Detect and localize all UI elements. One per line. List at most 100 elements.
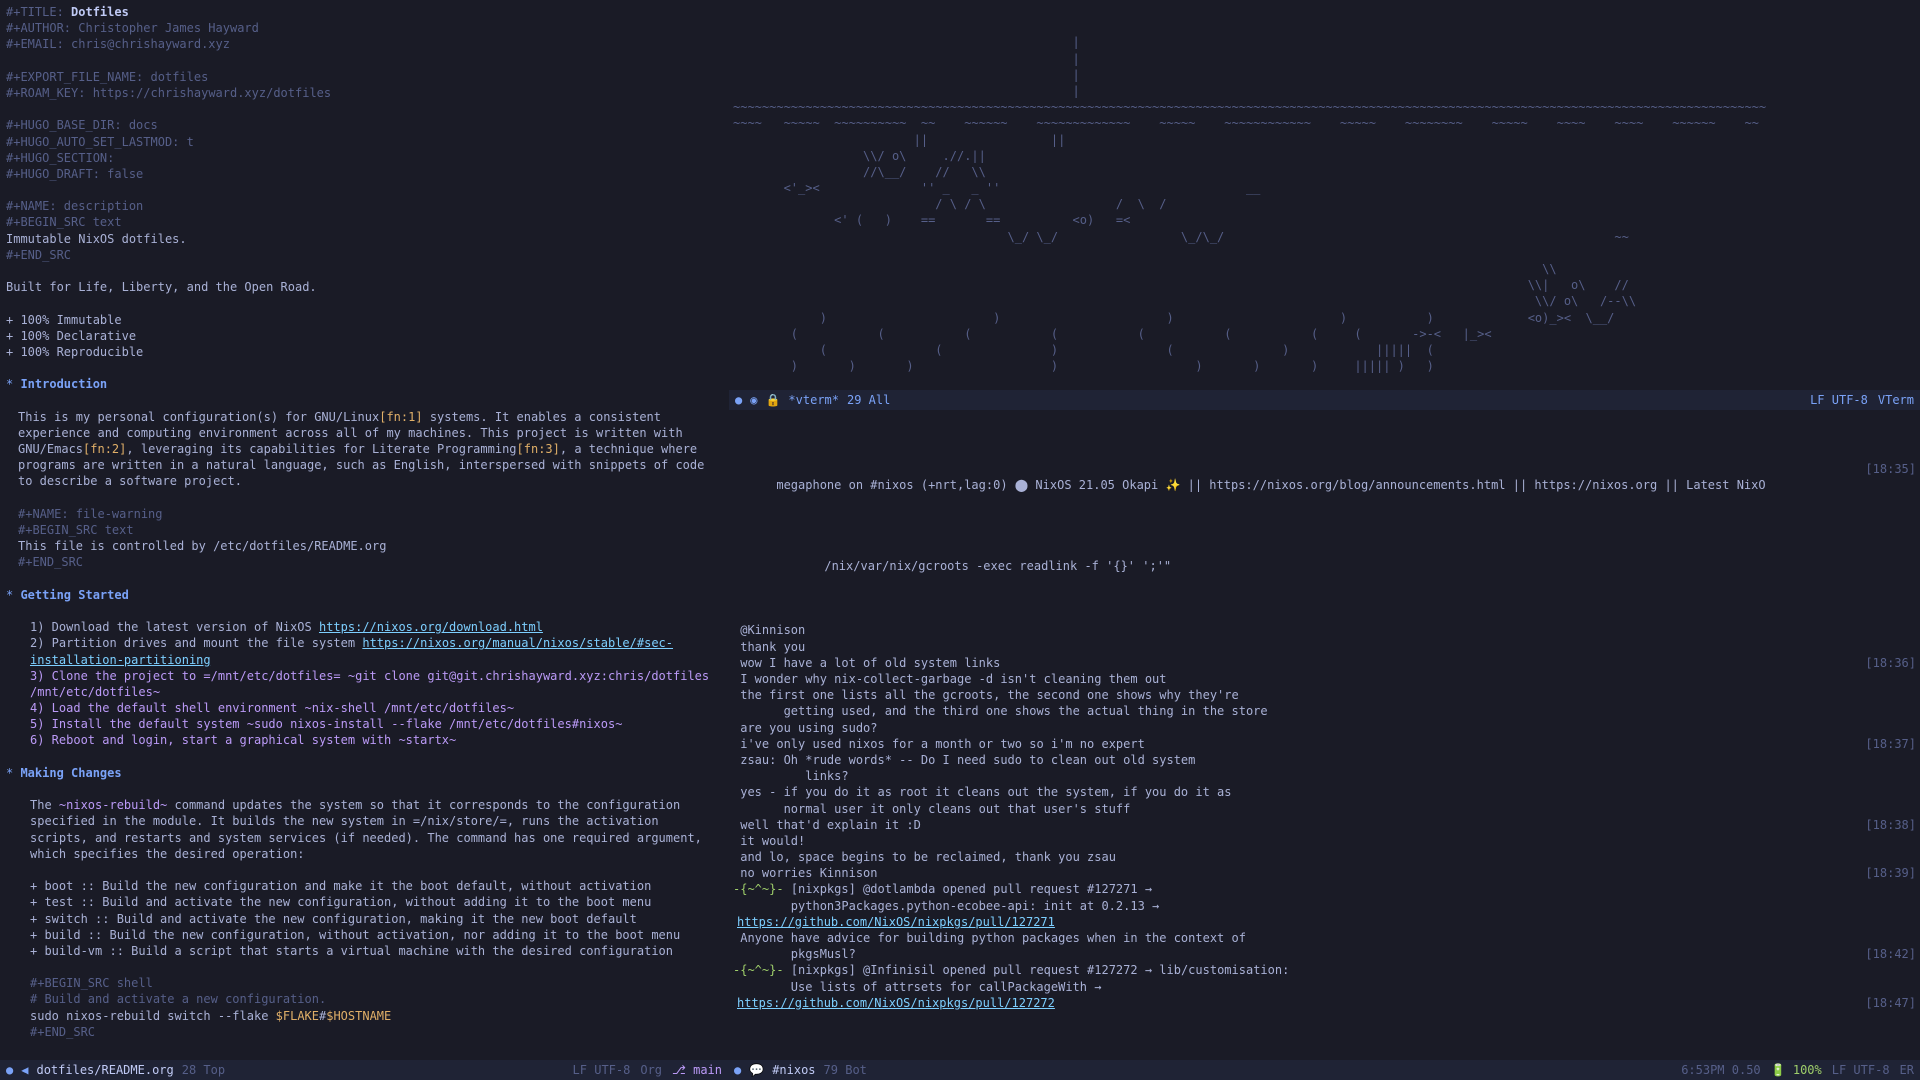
nixos-download-link[interactable]: https://nixos.org/download.html (319, 620, 543, 634)
mc-bullet-buildvm: + build-vm :: Build a script that starts… (6, 943, 722, 959)
irc-message: [18:37] i've only used nixos for a month… (733, 736, 1916, 752)
desc-line: Immutable NixOS dotfiles. (6, 231, 722, 247)
ascii-art: | | | | ~~~~~~~~~~~~~~~~~~~~~~~~~~~~~~~~… (733, 34, 1916, 374)
gs-step-5: 5) Install the default system ~sudo nixo… (6, 716, 722, 732)
name-file-warning: #+NAME: file-warning (6, 506, 722, 522)
end-src-3: #+END_SRC (6, 1024, 722, 1040)
bullet-declarative: + 100% Declarative (6, 328, 722, 344)
irc-message: yes - if you do it as root it cleans out… (733, 784, 1916, 800)
shell-command: sudo nixos-rebuild switch --flake $FLAKE… (6, 1008, 722, 1024)
irc-message: normal user it only cleans out that user… (733, 801, 1916, 817)
gs-step-2: 2) Partition drives and mount the file s… (6, 635, 722, 667)
gs-step-1: 1) Download the latest version of NixOS … (6, 619, 722, 635)
org-meta-export: #+EXPORT_FILE_NAME: dotfiles (6, 69, 722, 85)
mc-bullet-build: + build :: Build the new configuration, … (6, 927, 722, 943)
shell-comment: # Build and activate a new configuration… (6, 991, 722, 1007)
vterm-pane[interactable]: | | | | ~~~~~~~~~~~~~~~~~~~~~~~~~~~~~~~~… (728, 0, 1920, 390)
editor-pane[interactable]: #+TITLE: Dotfiles #+AUTHOR: Christopher … (0, 0, 728, 1060)
irc-message: Anyone have advice for building python p… (733, 930, 1916, 946)
irc-position: 79 Bot (824, 1062, 867, 1078)
irc-link[interactable]: https://github.com/NixOS/nixpkgs/pull/12… (733, 996, 1055, 1010)
vterm-mode-name: VTerm (1878, 392, 1914, 408)
tagline: Built for Life, Liberty, and the Open Ro… (6, 279, 722, 295)
org-meta-author: #+AUTHOR: Christopher James Hayward (6, 20, 722, 36)
irc-message: https://github.com/NixOS/nixpkgs/pull/12… (733, 914, 1916, 930)
org-meta-hugo-draft: #+HUGO_DRAFT: false (6, 166, 722, 182)
begin-src-shell: #+BEGIN_SRC shell (6, 975, 722, 991)
irc-message: @Kinnison (733, 622, 1916, 638)
modeline-mode: Org (640, 1062, 662, 1078)
battery-icon: 🔋 100% (1771, 1062, 1822, 1078)
circle-icon: ● (6, 1062, 13, 1078)
begin-src-text-2: #+BEGIN_SRC text (6, 522, 722, 538)
erc-prompt[interactable]: ERC> (733, 1043, 1916, 1060)
irc-message: thank you (733, 639, 1916, 655)
org-meta-hugo-sec: #+HUGO_SECTION: (6, 150, 722, 166)
org-meta-email: #+EMAIL: chris@chrishayward.xyz (6, 36, 722, 52)
irc-message: it would! (733, 833, 1916, 849)
circle-icon: ● (735, 392, 742, 408)
bullet-reproducible: + 100% Reproducible (6, 344, 722, 360)
gs-step-3: 3) Clone the project to =/mnt/etc/dotfil… (6, 668, 722, 700)
modeline-encoding: LF UTF-8 (573, 1062, 631, 1078)
irc-link[interactable]: https://github.com/NixOS/nixpkgs/pull/12… (733, 915, 1055, 929)
file-warning-line: This file is controlled by /etc/dotfiles… (6, 538, 722, 554)
irc-encoding: LF UTF-8 (1832, 1062, 1890, 1078)
chat-icon: 💬 (749, 1062, 764, 1078)
heading-introduction: * Introduction (6, 376, 722, 392)
heading-getting-started: * Getting Started (6, 587, 722, 603)
name-description: #+NAME: description (6, 198, 722, 214)
org-meta-hugo-lm: #+HUGO_AUTO_SET_LASTMOD: t (6, 134, 722, 150)
irc-message: and lo, space begins to be reclaimed, th… (733, 849, 1916, 865)
modeline-position: 28 Top (182, 1062, 225, 1078)
irc-message: zsau: Oh *rude words* -- Do I need sudo … (733, 752, 1916, 768)
vterm-buffer-name: *vterm* (788, 392, 839, 408)
vterm-encoding: LF UTF-8 (1810, 392, 1868, 408)
irc-message: [18:36] wow I have a lot of old system l… (733, 655, 1916, 671)
back-icon[interactable]: ◀ (21, 1062, 28, 1078)
making-changes-paragraph: The ~nixos-rebuild~ command updates the … (6, 797, 722, 862)
org-meta-hugo-base: #+HUGO_BASE_DIR: docs (6, 117, 722, 133)
gs-step-6: 6) Reboot and login, start a graphical s… (6, 732, 722, 748)
irc-message: I wonder why nix-collect-garbage -d isn'… (733, 671, 1916, 687)
org-meta-roam: #+ROAM_KEY: https://chrishayward.xyz/dot… (6, 85, 722, 101)
irc-message: [18:38] well that'd explain it :D (733, 817, 1916, 833)
heading-making-changes: * Making Changes (6, 765, 722, 781)
gs-step-4: 4) Load the default shell environment ~n… (6, 700, 722, 716)
irc-message: -{~^~}- [nixpkgs] @dotlambda opened pull… (733, 881, 1916, 897)
clock: 6:53PM 0.50 (1681, 1062, 1760, 1078)
irc-message: are you using sudo? (733, 720, 1916, 736)
irc-topic-cont: /nix/var/nix/gcroots -exec readlink -f '… (733, 542, 1916, 591)
irc-message: the first one lists all the gcroots, the… (733, 687, 1916, 703)
irc-message: -{~^~}- [nixpkgs] @Infinisil opened pull… (733, 962, 1916, 978)
mc-bullet-boot: + boot :: Build the new configuration an… (6, 878, 722, 894)
circle-icon: ● (734, 1062, 741, 1078)
modeline-filename: dotfiles/README.org (36, 1062, 173, 1078)
editor-modeline: ● ◀ dotfiles/README.org 28 Top LF UTF-8 … (0, 1060, 728, 1080)
org-meta-title: #+TITLE: Dotfiles (6, 4, 722, 20)
vterm-modeline: ● ◉ 🔒 *vterm* 29 All LF UTF-8 VTerm (728, 390, 1920, 410)
irc-message: links? (733, 768, 1916, 784)
begin-src-text: #+BEGIN_SRC text (6, 214, 722, 230)
irc-message: python3Packages.python-ecobee-api: init … (733, 898, 1916, 914)
irc-message: [18:42] pkgsMusl? (733, 946, 1916, 962)
irc-mode-name: ER (1900, 1062, 1914, 1078)
intro-paragraph: This is my personal configuration(s) for… (6, 409, 722, 490)
irc-message: Use lists of attrsets for callPackageWit… (733, 979, 1916, 995)
irc-pane[interactable]: [18:35] megaphone on #nixos (+nrt,lag:0)… (728, 410, 1920, 1060)
irc-modeline: ● 💬 #nixos 79 Bot 6:53PM 0.50 🔋 100% LF … (728, 1060, 1920, 1080)
irc-message: [18:39] no worries Kinnison (733, 865, 1916, 881)
end-src: #+END_SRC (6, 247, 722, 263)
git-branch: ⎇ main (672, 1062, 722, 1078)
end-src-2: #+END_SRC (6, 554, 722, 570)
mc-bullet-switch: + switch :: Build and activate the new c… (6, 911, 722, 927)
irc-message: [18:47]https://github.com/NixOS/nixpkgs/… (733, 995, 1916, 1011)
irc-topic: [18:35] megaphone on #nixos (+nrt,lag:0)… (733, 444, 1916, 509)
bullet-immutable: + 100% Immutable (6, 312, 722, 328)
lock-icon: 🔒 (765, 392, 780, 408)
circle-icon: ◉ (750, 392, 757, 408)
vterm-position: 29 All (847, 392, 890, 408)
irc-message: getting used, and the third one shows th… (733, 703, 1916, 719)
mc-bullet-test: + test :: Build and activate the new con… (6, 894, 722, 910)
irc-buffer-name: #nixos (772, 1062, 815, 1078)
